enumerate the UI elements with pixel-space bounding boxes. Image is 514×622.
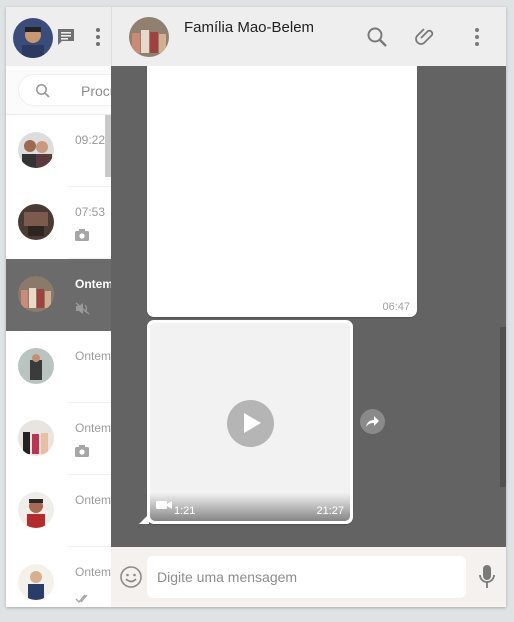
search-box[interactable]: Procurar ou começar uma nova conversa: [18, 74, 111, 106]
attach-icon[interactable]: [414, 25, 438, 49]
search-icon: [35, 83, 51, 104]
chat-avatar: [18, 204, 54, 240]
camera-icon: [75, 444, 89, 462]
chat-time: Ontem: [75, 565, 111, 579]
chat-avatar: [18, 348, 54, 384]
microphone-icon[interactable]: [477, 564, 497, 595]
image-message[interactable]: 06:47: [147, 66, 417, 317]
message-list[interactable]: 06:47 1:21 21:27: [111, 66, 506, 547]
new-chat-icon[interactable]: [55, 26, 77, 48]
chat-time: 07:53: [75, 205, 106, 219]
user-avatar[interactable]: [13, 18, 53, 58]
muted-icon: [75, 302, 90, 320]
play-icon[interactable]: [227, 400, 274, 447]
group-avatar[interactable]: [129, 17, 169, 57]
video-message[interactable]: 1:21 21:27: [147, 320, 353, 524]
search-bar: Procurar ou começar uma nova conversa: [6, 66, 111, 115]
conversation-title: Família Mao-Belem: [184, 19, 315, 36]
chat-list-item[interactable]: Ontem: [6, 403, 111, 475]
double-check-icon: [75, 591, 91, 607]
chat-list-item[interactable]: 07:53: [6, 187, 111, 259]
chat-time: Ontem: [75, 349, 111, 363]
chat-avatar: [18, 564, 54, 600]
chat-time: 09:22: [75, 133, 106, 147]
emoji-icon[interactable]: [119, 565, 143, 594]
whatsapp-window: Procurar ou começar uma nova conversa 09…: [6, 7, 506, 607]
conversation-pane: Família Mao-Belem 06:47 1:21 21:27 Digit…: [111, 7, 506, 607]
chat-avatar: [18, 492, 54, 528]
menu-icon[interactable]: [465, 25, 489, 49]
chat-avatar: [18, 276, 54, 312]
chat-list-item[interactable]: Ontem: [6, 475, 111, 547]
conversation-header[interactable]: Família Mao-Belem: [111, 7, 506, 66]
chat-list-item[interactable]: 09:22: [6, 115, 111, 187]
video-info-bar: 1:21 21:27: [150, 493, 350, 521]
message-composer: [111, 547, 506, 607]
chat-list-item[interactable]: Ontem: [6, 547, 111, 607]
message-time: 21:27: [316, 505, 344, 517]
sidebar: Procurar ou começar uma nova conversa 09…: [6, 7, 111, 607]
search-input-placeholder[interactable]: Procurar ou começar uma nova conversa: [81, 83, 111, 99]
chat-list-item[interactable]: Ontem: [6, 331, 111, 403]
camera-icon: [75, 228, 89, 246]
chat-avatar: [18, 132, 54, 168]
chat-time: Ontem: [75, 277, 111, 291]
conversation-scrollbar[interactable]: [500, 327, 506, 487]
sidebar-header: [6, 7, 111, 66]
message-input[interactable]: [147, 556, 466, 598]
search-icon[interactable]: [365, 25, 389, 49]
menu-icon[interactable]: [90, 26, 111, 48]
chat-avatar: [18, 420, 54, 456]
video-duration: 1:21: [174, 505, 196, 517]
video-thumbnail[interactable]: 1:21 21:27: [150, 323, 350, 521]
bubble-tail: [139, 514, 149, 524]
video-camera-icon: [156, 497, 172, 515]
chat-time: Ontem: [75, 493, 111, 507]
forward-icon[interactable]: [360, 409, 385, 434]
chat-time: Ontem: [75, 421, 111, 435]
message-time: 06:47: [382, 301, 410, 313]
chat-list-item-active[interactable]: Ontem: [6, 259, 111, 331]
